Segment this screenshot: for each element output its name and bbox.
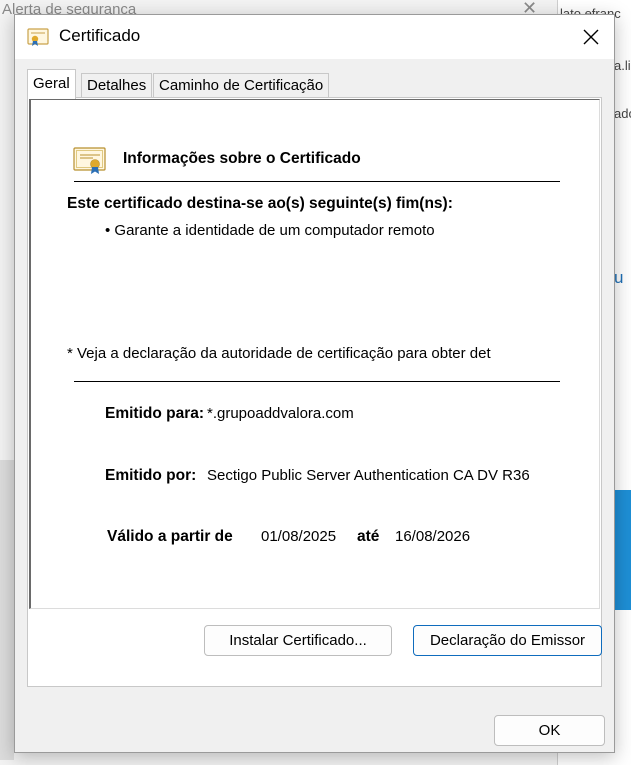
tab-geral[interactable]: Geral bbox=[27, 69, 76, 99]
install-certificate-button[interactable]: Instalar Certificado... bbox=[204, 625, 392, 656]
valid-from-value: 01/08/2025 bbox=[261, 528, 337, 545]
certificate-info-icon bbox=[73, 147, 106, 174]
issued-to-value: *.grupoaddvalora.com bbox=[207, 405, 354, 422]
heading-divider bbox=[74, 181, 560, 182]
close-icon bbox=[583, 29, 599, 45]
background-right-text-4: u bbox=[614, 268, 624, 287]
background-right-text-2: a.li bbox=[614, 58, 631, 73]
certificate-info-box: Informações sobre o Certificado Este cer… bbox=[29, 99, 600, 609]
certificate-icon bbox=[27, 28, 49, 46]
valid-to-label: até bbox=[357, 528, 380, 545]
close-button[interactable] bbox=[575, 21, 607, 53]
tab-caminho-de-certificacao[interactable]: Caminho de Certificação bbox=[153, 73, 330, 97]
dialog-title: Certificado bbox=[59, 26, 141, 45]
tab-detalhes[interactable]: Detalhes bbox=[81, 73, 153, 97]
background-right-text-3: ado bbox=[614, 106, 631, 121]
purpose-item: • Garante a identidade de um computador … bbox=[105, 222, 435, 239]
ok-button[interactable]: OK bbox=[494, 715, 605, 746]
purpose-title: Este certificado destina-se ao(s) seguin… bbox=[67, 195, 453, 212]
valid-to-value: 16/08/2026 bbox=[395, 528, 471, 545]
authority-statement-note: * Veja a declaração da autoridade de cer… bbox=[67, 345, 491, 362]
issued-by-label: Emitido por: bbox=[105, 467, 197, 484]
issued-by-value: Sectigo Public Server Authentication CA … bbox=[207, 467, 530, 484]
issued-to-label: Emitido para: bbox=[105, 405, 203, 422]
background-side-strip bbox=[0, 460, 14, 760]
certificate-dialog: Certificado Geral Detalhes Caminho de Ce… bbox=[14, 14, 615, 753]
details-divider bbox=[74, 381, 560, 382]
issuer-statement-button[interactable]: Declaração do Emissor bbox=[413, 625, 602, 656]
tab-panel-geral: Informações sobre o Certificado Este cer… bbox=[27, 97, 602, 687]
dialog-titlebar: Certificado bbox=[15, 15, 614, 59]
valid-from-label: Válido a partir de bbox=[107, 528, 233, 545]
info-heading: Informações sobre o Certificado bbox=[123, 150, 361, 167]
